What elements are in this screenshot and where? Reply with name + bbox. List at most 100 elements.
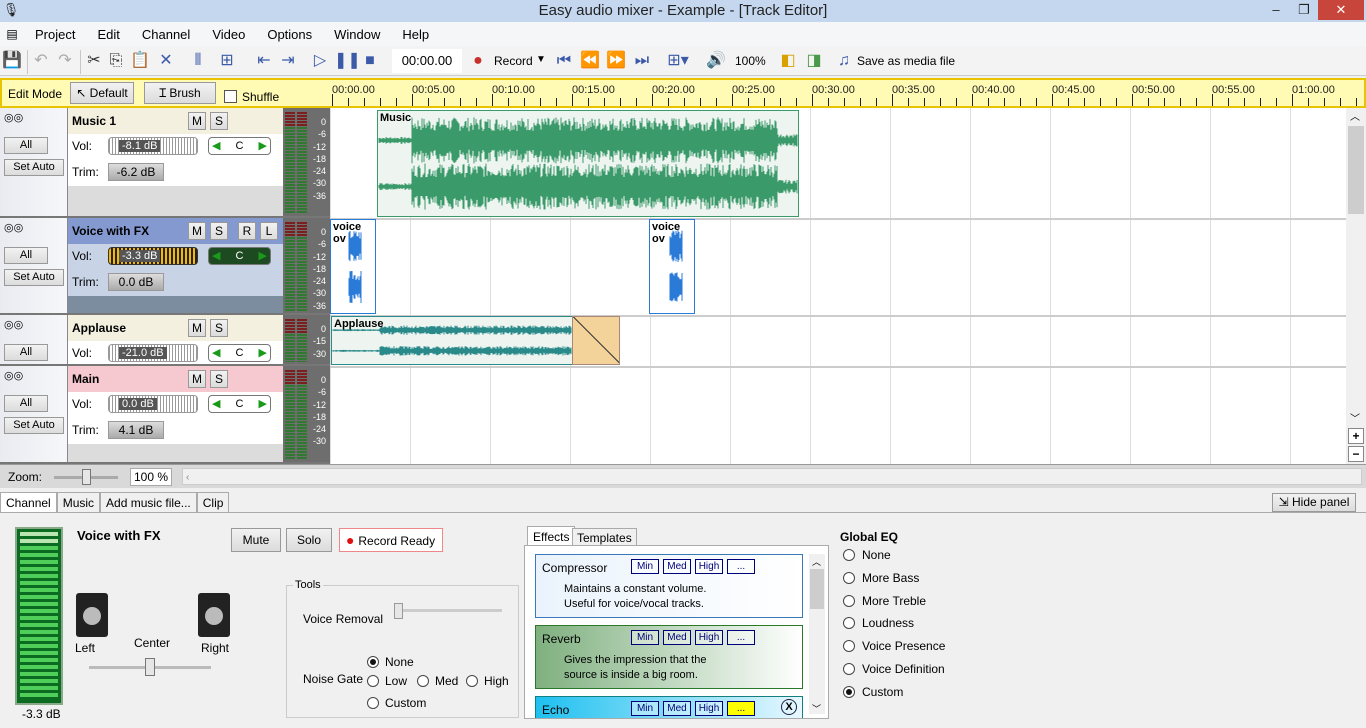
menu-video[interactable]: Video <box>201 27 256 42</box>
split-icon[interactable]: ⫴ <box>188 50 208 72</box>
eq-radio[interactable] <box>843 594 855 607</box>
pause-icon[interactable]: ❚❚ <box>334 50 361 72</box>
noise-gate-radio[interactable] <box>367 656 379 668</box>
noise-gate-radio[interactable] <box>466 675 478 687</box>
forward-icon[interactable]: ⏩ <box>606 50 626 72</box>
zoom-out-button[interactable]: − <box>1348 446 1364 462</box>
preset-button[interactable]: Med <box>663 559 691 574</box>
redo-icon[interactable]: ↷ <box>56 50 74 72</box>
all-button[interactable]: All <box>4 137 48 154</box>
pan-control[interactable]: ◀ ▶ C <box>208 247 271 265</box>
trim-value[interactable]: 0.0 dB <box>108 273 164 291</box>
mute-button[interactable]: M <box>188 319 206 337</box>
timeline[interactable]: Music voice ov voice ov Applause <box>330 108 1346 464</box>
tab-templates[interactable]: Templates <box>572 528 637 546</box>
mute-button[interactable]: Mute <box>231 528 281 552</box>
go-end-icon[interactable]: ⏭ <box>632 50 652 72</box>
trim-value[interactable]: -6.2 dB <box>108 163 164 181</box>
clip-music[interactable]: Music <box>377 110 799 217</box>
time-ruler[interactable]: 00:00.00 00:05.00 00:10.00 00:15.00 00:20.00… <box>330 80 1366 108</box>
menu-channel[interactable]: Channel <box>131 27 201 42</box>
pan-left-icon[interactable]: ◀ <box>209 138 220 154</box>
mute-button[interactable]: M <box>188 370 206 388</box>
hide-panel-button[interactable]: ⇲ Hide panel <box>1272 493 1356 512</box>
pan-left-icon[interactable]: ◀ <box>209 345 220 361</box>
solo-button[interactable]: S <box>210 319 228 337</box>
effects-scrollbar[interactable]: ︿ ﹀ <box>809 554 825 714</box>
preset-button[interactable]: ... <box>727 559 755 574</box>
preset-button[interactable]: High <box>695 701 723 716</box>
pan-control[interactable]: ◀ ▶ C <box>208 137 271 155</box>
preset-button[interactable]: Min <box>631 559 659 574</box>
preset-button[interactable]: Min <box>631 701 659 716</box>
record-button[interactable]: Record <box>494 54 533 68</box>
noise-gate-radio[interactable] <box>367 675 379 687</box>
mute-button[interactable]: M <box>188 222 206 240</box>
expand-icon[interactable]: ◎◎ <box>4 111 23 124</box>
eq-radio[interactable] <box>843 663 855 675</box>
eq-radio[interactable] <box>843 571 855 584</box>
solo-button[interactable]: S <box>210 222 228 240</box>
preset-button[interactable]: High <box>695 559 723 574</box>
clip-voice2[interactable]: voice ov <box>649 219 695 314</box>
brush-mode-button[interactable]: Ɪ Brush <box>144 82 216 104</box>
trim-left-icon[interactable]: ⇤ <box>254 50 274 72</box>
eq-radio[interactable] <box>843 617 855 630</box>
clip-voice1[interactable]: voice ov <box>330 219 376 314</box>
clip-applause[interactable]: Applause <box>331 316 573 365</box>
volume-percent[interactable]: 100% <box>735 54 766 68</box>
fade-out-region[interactable] <box>572 316 620 365</box>
record-dropdown-icon[interactable]: ▼ <box>536 54 546 65</box>
effect-reverb[interactable]: Reverb Min Med High... Gives the impression … <box>535 625 803 689</box>
menu-options[interactable]: Options <box>256 27 323 42</box>
pan-control[interactable]: ◀ ▶ C <box>208 344 271 362</box>
scroll-up-icon[interactable]: ︿ <box>1350 108 1360 123</box>
rewind-icon[interactable]: ⏪ <box>580 50 600 72</box>
volume-slider[interactable]: 0.0 dB <box>108 395 198 413</box>
solo-button[interactable]: Solo <box>286 528 332 552</box>
all-button[interactable]: All <box>4 344 48 361</box>
layer-icon[interactable]: ◧ <box>778 50 798 72</box>
scroll-thumb[interactable] <box>1348 126 1364 214</box>
solo-button[interactable]: S <box>210 370 228 388</box>
tab-music[interactable]: Music <box>56 492 101 512</box>
volume-slider[interactable]: -8.1 dB <box>108 137 198 155</box>
expand-icon[interactable]: ◎◎ <box>4 221 23 234</box>
volume-slider[interactable]: -3.3 dB <box>108 247 198 265</box>
horizontal-scrollbar[interactable]: ‹ <box>182 468 1362 485</box>
save-icon[interactable]: 💾 <box>2 50 22 72</box>
mute-button[interactable]: M <box>188 112 206 130</box>
speaker-icon[interactable]: 🔊 <box>704 50 728 72</box>
noise-gate-radio[interactable] <box>367 697 379 709</box>
copy-icon[interactable]: ⎘ <box>106 50 126 72</box>
maximize-button[interactable]: ❐ <box>1290 0 1318 20</box>
pan-left-icon[interactable]: ◀ <box>209 396 220 412</box>
expand-icon[interactable]: ◎◎ <box>4 318 23 331</box>
preset-button[interactable]: High <box>695 630 723 645</box>
pan-right-icon[interactable]: ▶ <box>259 345 270 361</box>
loop-button[interactable]: L <box>260 222 278 240</box>
go-start-icon[interactable]: ⏮ <box>554 50 574 72</box>
voice-removal-thumb[interactable] <box>394 603 403 619</box>
shuffle-checkbox[interactable] <box>224 90 237 103</box>
zoom-slider-thumb[interactable] <box>82 469 91 485</box>
menu-window[interactable]: Window <box>323 27 391 42</box>
stop-icon[interactable]: ■ <box>360 50 380 72</box>
preset-button[interactable]: Min <box>631 630 659 645</box>
pan-control[interactable]: ◀ ▶ C <box>208 395 271 413</box>
normalize-icon[interactable]: ⊞ <box>214 50 240 72</box>
set-auto-button[interactable]: Set Auto <box>4 269 64 286</box>
eq-radio[interactable] <box>843 685 855 698</box>
default-mode-button[interactable]: ↖ Default <box>70 82 134 104</box>
paste-icon[interactable]: 📋 <box>130 50 150 72</box>
pan-right-icon[interactable]: ▶ <box>259 138 270 154</box>
cut-icon[interactable]: ✂ <box>84 50 104 72</box>
tab-clip[interactable]: Clip <box>196 492 230 512</box>
all-button[interactable]: All <box>4 247 48 264</box>
remove-effect-icon[interactable]: X <box>781 699 797 715</box>
effect-compressor[interactable]: Compressor Min Med High... Maintains a const… <box>535 554 803 618</box>
zoom-in-button[interactable]: + <box>1348 428 1364 444</box>
layer2-icon[interactable]: ◨ <box>804 50 824 72</box>
expand-icon[interactable]: ◎◎ <box>4 369 23 382</box>
solo-button[interactable]: S <box>210 112 228 130</box>
